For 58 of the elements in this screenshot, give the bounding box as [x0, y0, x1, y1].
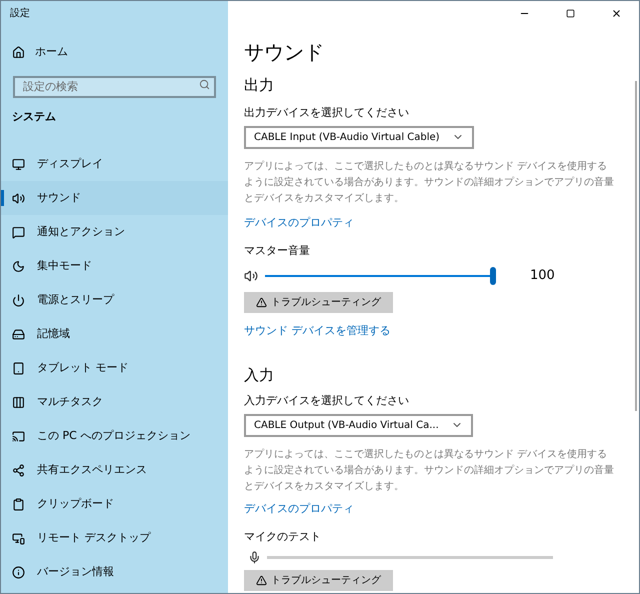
- search-field[interactable]: 設定の検索: [13, 76, 216, 98]
- slider-thumb[interactable]: [490, 266, 496, 284]
- speaker-icon: [244, 268, 258, 282]
- sidebar-item[interactable]: 通知とアクション: [1, 215, 228, 249]
- section-heading: システム: [11, 109, 57, 125]
- scrollbar[interactable]: [635, 81, 637, 411]
- window-title: 設定: [9, 6, 31, 21]
- sidebar-item[interactable]: サウンド: [1, 181, 228, 215]
- sidebar-item[interactable]: 記憶域: [1, 317, 228, 351]
- link[interactable]: デバイスのプロパティ: [244, 500, 354, 517]
- power-icon: [12, 294, 25, 306]
- warning-icon: [256, 574, 267, 586]
- device-dropdown[interactable]: CABLE Output (VB-Audio Virtual Ca...: [244, 414, 473, 436]
- sidebar-item[interactable]: マルチタスク: [1, 385, 228, 419]
- columns-icon: [12, 396, 25, 408]
- maximize-icon: [566, 8, 574, 18]
- page-title: サウンド: [244, 39, 325, 65]
- sidebar-item[interactable]: クリップボード: [1, 487, 228, 521]
- sidebar-item[interactable]: バージョン情報: [1, 555, 228, 589]
- selection-bar: [1, 190, 4, 206]
- volume-reading: 100: [530, 266, 555, 285]
- drive-icon: [12, 328, 25, 340]
- section-heading: 出力: [244, 75, 275, 95]
- field-label: 出力デバイスを選択してください: [244, 105, 410, 121]
- link[interactable]: サウンド デバイスを管理する: [244, 322, 390, 339]
- link[interactable]: デバイスのプロパティ: [244, 214, 354, 231]
- sidebar-item[interactable]: 共有エクスペリエンス: [1, 453, 228, 487]
- share-icon: [12, 464, 25, 476]
- speaker-icon: [12, 192, 25, 204]
- home-icon: [12, 46, 25, 58]
- description: アプリによっては、ここで選択したものとは異なるサウンド デバイスを使用するように設定されている場合があります。サウンドの詳細オプションでアプリの音量とデバイスをカスタマイズします。: [244, 448, 615, 494]
- close-icon: [610, 8, 622, 18]
- sidebar-item[interactable]: この PC へのプロジェクション: [1, 419, 228, 453]
- tablet-icon: [12, 362, 25, 374]
- troubleshoot-button[interactable]: トラブルシューティング: [244, 570, 393, 590]
- description: アプリによっては、ここで選択したものとは異なるサウンド デバイスを使用するように設定されている場合があります。サウンドの詳細オプションでアプリの音量とデバイスをカスタマイズします。: [244, 160, 615, 206]
- search-icon: [199, 79, 210, 90]
- info-icon: [12, 566, 25, 578]
- warning-icon: [256, 296, 267, 308]
- section-heading: 入力: [244, 365, 275, 385]
- field-label: マスター音量: [244, 243, 311, 259]
- cast-icon: [12, 430, 25, 442]
- sidebar-item[interactable]: ディスプレイ: [1, 147, 228, 181]
- speech-bubble-icon: [12, 226, 25, 238]
- sidebar-item[interactable]: 集中モード: [1, 249, 228, 283]
- sidebar-item[interactable]: リモート デスクトップ: [1, 521, 228, 555]
- moon-icon: [12, 260, 25, 272]
- troubleshoot-button[interactable]: トラブルシューティング: [244, 292, 393, 312]
- sidebar-item[interactable]: 電源とスリープ: [1, 283, 228, 317]
- device-dropdown[interactable]: CABLE Input (VB-Audio Virtual Cable): [244, 126, 474, 148]
- field-label: 入力デバイスを選択してください: [244, 393, 410, 409]
- volume-slider[interactable]: [262, 266, 496, 284]
- home-item[interactable]: ホーム: [1, 37, 228, 67]
- microphone-icon: [248, 551, 261, 564]
- sidebar-item[interactable]: タブレット モード: [1, 351, 228, 385]
- monitor-icon: [12, 158, 25, 170]
- field-label: マイクのテスト: [244, 529, 322, 545]
- clipboard-icon: [12, 498, 25, 510]
